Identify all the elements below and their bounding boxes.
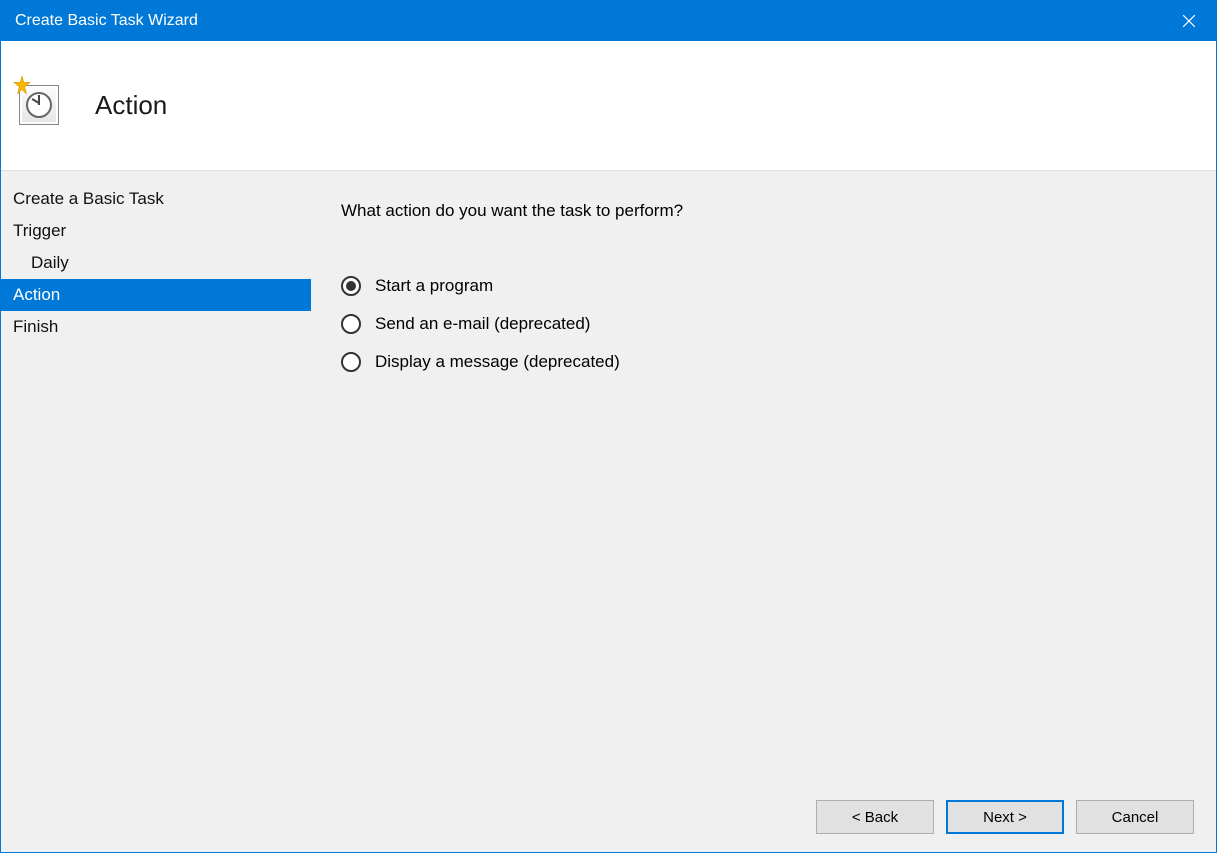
wizard-footer: < Back Next > Cancel <box>1 782 1216 852</box>
sidebar-item-daily[interactable]: Daily <box>1 247 311 279</box>
window-title: Create Basic Task Wizard <box>15 12 198 30</box>
close-button[interactable] <box>1161 1 1216 41</box>
sidebar-item-trigger[interactable]: Trigger <box>1 215 311 247</box>
cancel-button[interactable]: Cancel <box>1076 800 1194 834</box>
radio-option-send-email[interactable]: Send an e-mail (deprecated) <box>341 314 1186 334</box>
back-button[interactable]: < Back <box>816 800 934 834</box>
wizard-steps-sidebar: Create a Basic Task Trigger Daily Action… <box>1 171 311 784</box>
radio-icon <box>341 276 361 296</box>
wizard-content: What action do you want the task to perf… <box>311 171 1216 784</box>
radio-icon <box>341 314 361 334</box>
radio-label: Start a program <box>375 276 493 296</box>
sidebar-item-create-basic-task[interactable]: Create a Basic Task <box>1 183 311 215</box>
wizard-body: Create a Basic Task Trigger Daily Action… <box>1 171 1216 784</box>
page-title: Action <box>95 90 167 121</box>
next-button[interactable]: Next > <box>946 800 1064 834</box>
sidebar-item-finish[interactable]: Finish <box>1 311 311 343</box>
radio-icon <box>341 352 361 372</box>
radio-label: Send an e-mail (deprecated) <box>375 314 590 334</box>
sidebar-item-action[interactable]: Action <box>1 279 311 311</box>
close-icon <box>1183 15 1195 27</box>
radio-option-start-program[interactable]: Start a program <box>341 276 1186 296</box>
wizard-header: Action <box>1 41 1216 171</box>
radio-option-display-message[interactable]: Display a message (deprecated) <box>341 352 1186 372</box>
task-scheduler-icon <box>15 81 65 131</box>
radio-label: Display a message (deprecated) <box>375 352 620 372</box>
action-question: What action do you want the task to perf… <box>341 201 1186 221</box>
titlebar: Create Basic Task Wizard <box>1 1 1216 41</box>
